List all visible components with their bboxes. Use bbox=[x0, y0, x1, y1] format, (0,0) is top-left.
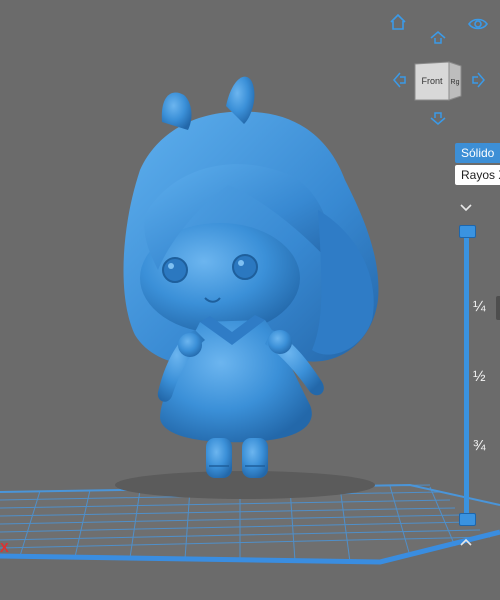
view-cube[interactable]: Front Rg bbox=[413, 60, 463, 102]
xray-mode-button[interactable]: Rayos X bbox=[455, 165, 500, 185]
view-cube-graphic: Front Rg bbox=[414, 61, 462, 101]
cube-front-face[interactable]: Front bbox=[421, 76, 443, 86]
slider-label-three-quarters: ¾ bbox=[473, 437, 486, 454]
rotate-down-button[interactable] bbox=[428, 110, 448, 128]
arrow-down-icon bbox=[430, 112, 446, 125]
solid-mode-button[interactable]: Sólido bbox=[455, 143, 500, 163]
x-axis-label: X bbox=[0, 540, 9, 555]
rotate-right-button[interactable] bbox=[470, 70, 488, 90]
slider-collapse-button[interactable] bbox=[458, 200, 474, 216]
arrow-right-icon bbox=[472, 72, 485, 88]
slider-label-half: ½ bbox=[473, 368, 486, 385]
home-view-button[interactable] bbox=[388, 12, 408, 32]
chevron-up-icon bbox=[460, 538, 472, 546]
slice-slider-bottom-handle[interactable] bbox=[459, 513, 476, 526]
chevron-down-icon bbox=[460, 204, 472, 212]
rotate-left-button[interactable] bbox=[390, 70, 408, 90]
arrow-left-icon bbox=[393, 72, 406, 88]
side-panel-tab[interactable] bbox=[496, 296, 500, 320]
arrow-up-icon bbox=[430, 31, 446, 44]
visibility-toggle-button[interactable] bbox=[467, 14, 489, 34]
slider-expand-button[interactable] bbox=[458, 534, 474, 550]
eye-icon bbox=[468, 18, 488, 30]
rotate-up-button[interactable] bbox=[428, 28, 448, 46]
slice-slider-track[interactable] bbox=[464, 230, 469, 518]
cube-right-face[interactable]: Rg bbox=[451, 79, 460, 86]
3d-model-figurine[interactable] bbox=[123, 76, 379, 478]
slider-label-quarter: ¼ bbox=[473, 298, 486, 315]
home-icon bbox=[390, 13, 406, 30]
slice-slider-top-handle[interactable] bbox=[459, 225, 476, 238]
